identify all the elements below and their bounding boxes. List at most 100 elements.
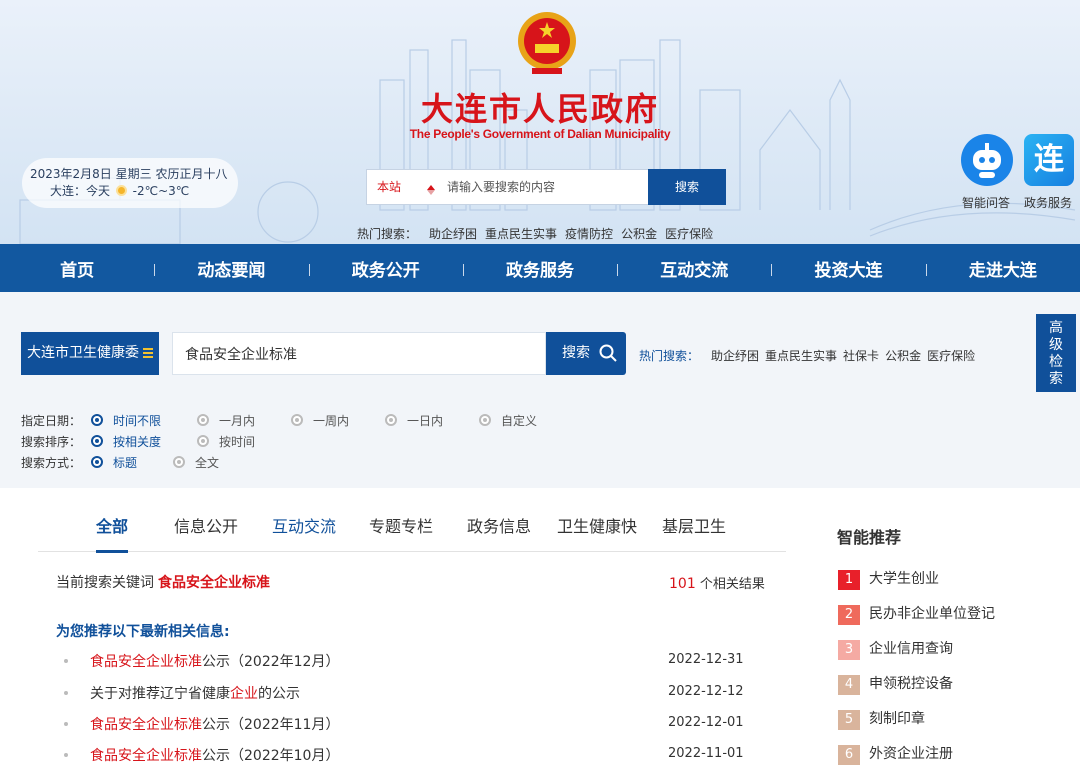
hot-search-link[interactable]: 助企纾困 — [711, 349, 759, 363]
rank-badge: 5 — [838, 710, 860, 730]
tab-grassroots[interactable]: 基层卫生 — [662, 513, 726, 537]
recommend-item[interactable]: 3 企业信用查询 — [838, 638, 953, 660]
nav-interaction[interactable]: 互动交流 — [617, 256, 771, 281]
radio-icon — [291, 414, 303, 426]
radio-icon — [385, 414, 397, 426]
rank-badge: 4 — [838, 675, 860, 695]
tab-gov-info[interactable]: 政务信息 — [467, 513, 531, 537]
recommend-item[interactable]: 1 大学生创业 — [838, 568, 939, 590]
hot-search-link[interactable]: 社保卡 — [843, 349, 879, 363]
lian-logo-icon[interactable]: 连 — [1024, 134, 1074, 186]
radio-icon — [91, 435, 103, 447]
hot-search-link[interactable]: 助企纾困 — [429, 227, 477, 241]
department-select[interactable]: 大连市卫生健康委 — [21, 332, 159, 375]
top-search-bar: 本站 搜索 — [366, 169, 726, 205]
result-count-number: 101 — [669, 576, 696, 592]
result-date: 2022-11-01 — [668, 746, 744, 761]
weather-location: 大连：今天 — [50, 184, 111, 198]
main-search-box — [172, 332, 546, 375]
keyword-line: 当前搜索关键词 食品安全企业标准 — [56, 572, 270, 592]
date-line: 2023年2月8日 星期三 农历正月十八 — [30, 167, 228, 181]
recommend-title: 为您推荐以下最新相关信息: — [56, 624, 230, 640]
radio-icon — [173, 456, 185, 468]
result-date: 2022-12-01 — [668, 715, 744, 730]
caret-down-icon — [427, 190, 435, 195]
main-search-button[interactable]: 搜索 — [546, 332, 626, 375]
nav-about[interactable]: 走进大连 — [925, 256, 1080, 281]
hot-search-link[interactable]: 重点民生实事 — [485, 227, 557, 241]
recommend-item[interactable]: 4 申领税控设备 — [838, 673, 953, 695]
recommend-item[interactable]: 5 刻制印章 — [838, 708, 925, 730]
main-search-input[interactable] — [173, 333, 545, 374]
advanced-search-char: 级 — [1049, 337, 1063, 353]
hot-search-link[interactable]: 公积金 — [621, 227, 657, 241]
advanced-search-button[interactable]: 高 级 检 索 — [1036, 314, 1076, 392]
recommend-item[interactable]: 2 民办非企业单位登记 — [838, 603, 995, 625]
result-date: 2022-12-12 — [668, 684, 744, 699]
result-tabs: 全部 信息公开 互动交流 专题专栏 政务信息 卫生健康快 基层卫生 — [38, 488, 786, 553]
smart-qa-label[interactable]: 智能问答 — [962, 194, 1010, 211]
rank-badge: 1 — [838, 570, 860, 590]
gov-service-label[interactable]: 政务服务 — [1024, 194, 1072, 211]
result-date: 2022-12-31 — [668, 652, 744, 667]
filter-sort-label: 搜索排序： — [21, 435, 82, 449]
result-count-suffix: 个相关结果 — [695, 577, 765, 592]
list-menu-icon — [143, 348, 153, 359]
filter-date-label: 指定日期： — [21, 414, 82, 428]
rank-badge: 3 — [838, 640, 860, 660]
bullet-icon — [64, 691, 68, 695]
bullet-icon — [64, 722, 68, 726]
tab-interaction[interactable]: 互动交流 — [272, 513, 336, 537]
advanced-search-char: 索 — [1049, 371, 1063, 387]
result-item[interactable]: 关于对推荐辽宁省健康企业的公示 — [64, 683, 300, 703]
robot-face-icon — [973, 143, 1001, 178]
panel-hot-search: 热门搜索： 助企纾困 重点民生实事 社保卡 公积金 医疗保险 — [639, 347, 981, 364]
hot-search-label: 热门搜索： — [639, 349, 700, 363]
top-search-button[interactable]: 搜索 — [648, 169, 726, 205]
keyword-prefix: 当前搜索关键词 — [56, 575, 154, 591]
national-emblem-icon — [518, 12, 576, 74]
header-banner: 大连市人民政府 The People's Government of Dalia… — [0, 0, 1080, 244]
bullet-icon — [64, 659, 68, 663]
radio-icon — [197, 414, 209, 426]
tab-special[interactable]: 专题专栏 — [369, 513, 433, 537]
top-search-input[interactable] — [447, 170, 647, 204]
hot-search-link[interactable]: 医疗保险 — [927, 349, 975, 363]
recommend-item[interactable]: 6 外资企业注册 — [838, 743, 953, 765]
nav-gov-service[interactable]: 政务服务 — [462, 256, 617, 281]
site-title: 大连市人民政府 — [420, 90, 659, 128]
nav-home[interactable]: 首页 — [0, 256, 154, 281]
department-label: 大连市卫生健康委 — [27, 345, 139, 361]
rank-badge: 2 — [838, 605, 860, 625]
date-weather-box: 2023年2月8日 星期三 农历正月十八 大连：今天 -2℃~3℃ — [22, 158, 238, 208]
tab-info-open[interactable]: 信息公开 — [174, 513, 238, 537]
rank-badge: 6 — [838, 745, 860, 765]
hot-search-link[interactable]: 疫情防控 — [565, 227, 613, 241]
radio-icon — [197, 435, 209, 447]
nav-news[interactable]: 动态要闻 — [154, 256, 308, 281]
tab-all[interactable]: 全部 — [96, 513, 129, 553]
weather-line: 大连：今天 -2℃~3℃ — [30, 183, 238, 200]
filter-mode-label: 搜索方式： — [21, 456, 82, 470]
result-count: 101 个相关结果 — [669, 573, 765, 592]
nav-open-gov[interactable]: 政务公开 — [308, 256, 463, 281]
search-scope-label: 本站 — [377, 180, 402, 194]
main-nav: 首页 动态要闻 政务公开 政务服务 互动交流 投资大连 走进大连 — [0, 244, 1080, 292]
smart-recommend-title: 智能推荐 — [837, 528, 902, 547]
hot-search-label: 热门搜索： — [357, 227, 418, 241]
result-item[interactable]: 食品安全企业标准公示（2022年12月） — [64, 651, 339, 671]
nav-invest[interactable]: 投资大连 — [771, 256, 925, 281]
hot-search-link[interactable]: 医疗保险 — [665, 227, 713, 241]
result-item[interactable]: 食品安全企业标准公示（2022年10月） — [64, 745, 339, 765]
search-scope-select[interactable]: 本站 — [367, 170, 443, 204]
hot-search-link[interactable]: 重点民生实事 — [765, 349, 837, 363]
advanced-search-char: 检 — [1049, 354, 1063, 370]
hot-search-link[interactable]: 公积金 — [885, 349, 921, 363]
main-search-button-label: 搜索 — [562, 345, 590, 361]
radio-icon — [479, 414, 491, 426]
sun-icon — [115, 185, 127, 196]
results-panel: 全部 信息公开 互动交流 专题专栏 政务信息 卫生健康快 基层卫生 当前搜索关键… — [0, 488, 1080, 770]
robot-icon[interactable] — [961, 134, 1013, 186]
tab-health-news[interactable]: 卫生健康快 — [557, 513, 637, 537]
result-item[interactable]: 食品安全企业标准公示（2022年11月） — [64, 714, 339, 734]
